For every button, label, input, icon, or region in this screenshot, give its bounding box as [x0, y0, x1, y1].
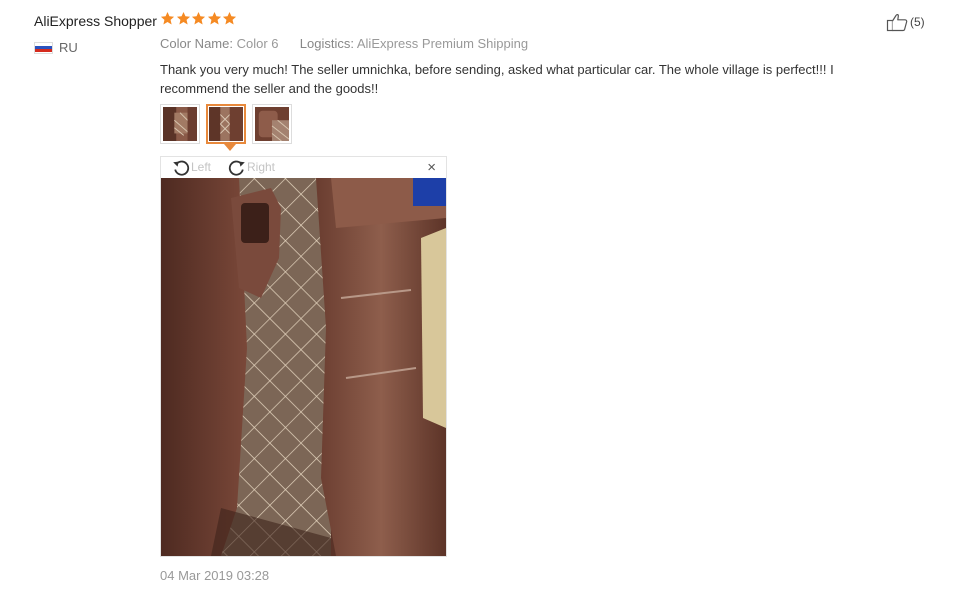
logistics-label: Logistics: [299, 36, 354, 51]
star-icon [222, 11, 237, 25]
rotate-left-button[interactable]: Left [171, 157, 211, 177]
rotate-left-label: Left [191, 160, 212, 174]
color-name-label: Color Name: [160, 36, 233, 51]
star-icon [207, 11, 221, 25]
close-icon[interactable]: × [427, 159, 436, 176]
color-name-value: Color 6 [236, 36, 279, 51]
logistics-value: AliExpress Premium Shipping [356, 36, 529, 51]
star-icon [176, 11, 190, 25]
selected-thumbnail-pointer [224, 144, 236, 151]
review-date: 04 Mar 2019 03:28 [160, 568, 270, 583]
review-photo [161, 178, 446, 556]
rotate-right-icon [228, 160, 245, 176]
star-rating [160, 11, 238, 26]
rotate-right-label: Right [247, 160, 276, 174]
helpful-button[interactable]: (5) [886, 12, 925, 32]
rotate-right-button[interactable]: Right [227, 157, 275, 177]
thumbs-up-icon [886, 13, 908, 32]
reviewer-country: RU [34, 40, 78, 55]
star-icon [160, 11, 175, 25]
review-text: Thank you very much! The seller umnichka… [160, 62, 834, 96]
image-viewer: Left Right × [160, 156, 447, 557]
photo-thumbnail[interactable] [252, 104, 292, 144]
photo-thumbnail[interactable] [160, 104, 200, 144]
viewer-toolbar: Left Right × [161, 157, 446, 178]
photo-thumbnail-selected[interactable] [206, 104, 246, 144]
star-icon [191, 11, 206, 25]
reviewer-name: AliExpress Shopper [34, 13, 157, 29]
photo-thumbnails [160, 104, 298, 144]
helpful-count: (5) [910, 15, 925, 29]
russia-flag-icon [34, 41, 53, 54]
order-info: Color Name: Color 6 Logistics: AliExpres… [160, 36, 528, 51]
rotate-left-icon [173, 160, 190, 176]
country-code: RU [59, 40, 78, 55]
